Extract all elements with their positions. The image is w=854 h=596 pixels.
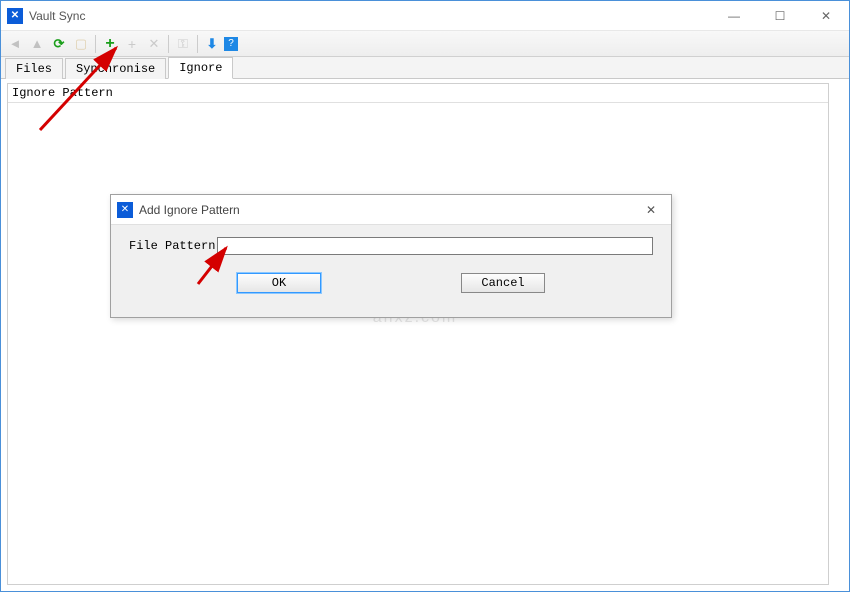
- app-icon: ✕: [7, 8, 23, 24]
- titlebar: ✕ Vault Sync — ☐ ✕: [1, 1, 849, 31]
- file-pattern-input[interactable]: [217, 237, 653, 255]
- help-icon[interactable]: ?: [224, 37, 238, 51]
- maximize-button[interactable]: ☐: [757, 1, 803, 31]
- dialog-titlebar: ✕ Add Ignore Pattern ✕: [111, 195, 671, 225]
- toolbar: ◄ ▲ ⟳ ▢ + + ✕ ⚿ ⬇ ?: [1, 31, 849, 57]
- cancel-button[interactable]: Cancel: [461, 273, 545, 293]
- toolbar-separator: [197, 35, 198, 53]
- delete-icon[interactable]: ✕: [144, 34, 164, 54]
- dialog-close-button[interactable]: ✕: [631, 195, 671, 225]
- close-button[interactable]: ✕: [803, 1, 849, 31]
- file-pattern-label: File Pattern: [129, 239, 215, 253]
- add-icon[interactable]: +: [100, 34, 120, 54]
- toolbar-separator: [168, 35, 169, 53]
- download-icon[interactable]: ⬇: [202, 34, 222, 54]
- key-icon[interactable]: ⚿: [173, 34, 193, 54]
- minimize-button[interactable]: —: [711, 1, 757, 31]
- tab-ignore[interactable]: Ignore: [168, 57, 233, 79]
- content-area: Ignore Pattern: [1, 79, 849, 591]
- folder-icon[interactable]: ▢: [71, 34, 91, 54]
- add-sub-icon[interactable]: +: [122, 34, 142, 54]
- ignore-list-panel: Ignore Pattern: [7, 83, 829, 585]
- dialog-body: File Pattern OK Cancel: [111, 225, 671, 301]
- window-controls: — ☐ ✕: [711, 1, 849, 31]
- app-icon: ✕: [117, 202, 133, 218]
- up-icon[interactable]: ▲: [27, 34, 47, 54]
- back-icon[interactable]: ◄: [5, 34, 25, 54]
- dialog-title: Add Ignore Pattern: [139, 203, 631, 217]
- window-title: Vault Sync: [29, 9, 711, 23]
- tab-synchronise[interactable]: Synchronise: [65, 58, 166, 79]
- column-header-ignore-pattern: Ignore Pattern: [8, 84, 828, 103]
- add-ignore-pattern-dialog: ✕ Add Ignore Pattern ✕ File Pattern OK C…: [110, 194, 672, 318]
- ok-button[interactable]: OK: [237, 273, 321, 293]
- toolbar-separator: [95, 35, 96, 53]
- tab-bar: Files Synchronise Ignore: [1, 57, 849, 79]
- tab-files[interactable]: Files: [5, 58, 63, 79]
- refresh-icon[interactable]: ⟳: [49, 34, 69, 54]
